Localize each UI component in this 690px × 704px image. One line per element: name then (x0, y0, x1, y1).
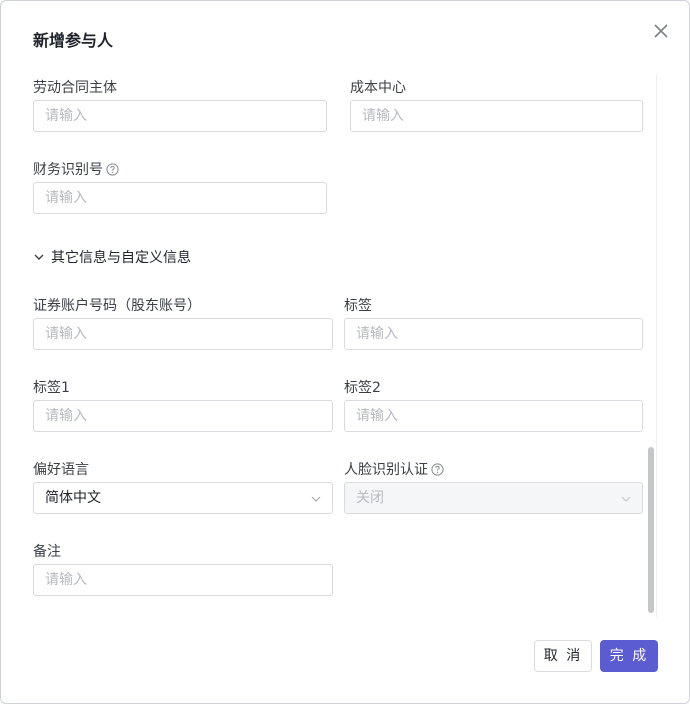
face-recognition-label: 人脸识别认证 (344, 459, 444, 479)
tag2-label: 标签2 (344, 380, 381, 396)
securities-account-label: 证券账户号码（股东账号） (33, 298, 201, 314)
tag-input[interactable]: 请输入 (344, 318, 643, 350)
labor-contract-entity-label: 劳动合同主体 (33, 80, 117, 96)
labor-contract-entity-input[interactable]: 请输入 (33, 100, 327, 132)
preferred-language-label: 偏好语言 (33, 462, 89, 478)
preferred-language-value: 简体中文 (45, 490, 101, 506)
scrollbar-track[interactable] (656, 75, 657, 617)
tax-id-label: 财务识别号 (33, 159, 119, 179)
tax-id-input[interactable]: 请输入 (33, 182, 327, 214)
remark-input[interactable]: 请输入 (33, 564, 333, 596)
remark-label: 备注 (33, 544, 61, 560)
face-recognition-value: 关闭 (356, 490, 384, 506)
cancel-button[interactable]: 取 消 (534, 640, 592, 672)
chevron-down-icon (621, 496, 631, 502)
close-icon[interactable] (651, 21, 671, 41)
face-recognition-label-text: 人脸识别认证 (344, 462, 428, 478)
scrollbar-thumb[interactable] (648, 447, 654, 613)
chevron-down-icon (34, 254, 44, 260)
dialog-title: 新增参与人 (33, 31, 114, 50)
tag1-input[interactable]: 请输入 (33, 400, 333, 432)
tax-id-label-text: 财务识别号 (33, 162, 103, 178)
chevron-down-icon (311, 496, 321, 502)
cost-center-input[interactable]: 请输入 (350, 100, 643, 132)
cost-center-label: 成本中心 (350, 80, 406, 96)
question-circle-icon[interactable] (431, 463, 444, 476)
preferred-language-select[interactable]: 简体中文 (33, 482, 333, 514)
tag-label: 标签 (344, 298, 372, 314)
section-label: 其它信息与自定义信息 (51, 250, 191, 266)
other-info-section-toggle[interactable]: 其它信息与自定义信息 (33, 247, 191, 267)
tag2-input[interactable]: 请输入 (344, 400, 643, 432)
tag1-label: 标签1 (33, 380, 70, 396)
question-circle-icon[interactable] (106, 163, 119, 176)
add-participant-dialog: 新增参与人 劳动合同主体 请输入 成本中心 请输入 财务识别号 请输入 其它信息… (0, 0, 690, 704)
face-recognition-select: 关闭 (344, 482, 643, 514)
confirm-button[interactable]: 完 成 (600, 640, 658, 672)
securities-account-input[interactable]: 请输入 (33, 318, 333, 350)
